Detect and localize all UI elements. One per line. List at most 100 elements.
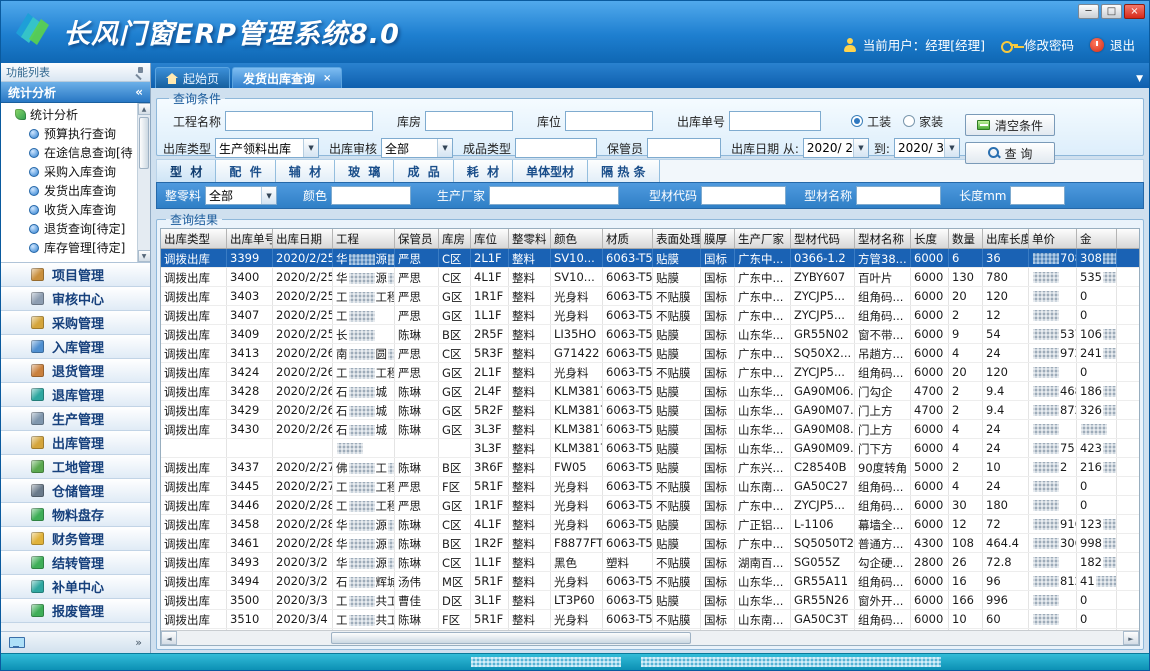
material-tab[interactable]: 辅 材 bbox=[276, 160, 335, 182]
tab-shipment-outbound-query[interactable]: 发货出库查询 × bbox=[232, 67, 342, 88]
sidebar-module[interactable]: 结转管理 bbox=[1, 551, 150, 575]
sidebar-group-header[interactable]: 统计分析 « bbox=[1, 82, 150, 103]
column-header[interactable]: 数量 bbox=[949, 229, 983, 248]
scroll-up-icon[interactable]: ▲ bbox=[138, 103, 151, 115]
material-tab[interactable]: 单体型材 bbox=[513, 160, 588, 182]
column-header[interactable]: 保管员 bbox=[395, 229, 439, 248]
column-header[interactable]: 颜色 bbox=[551, 229, 603, 248]
table-row[interactable]: 调拨出库35002020/3/3工共工程曹佳D区3L1F整料LT3P606063… bbox=[161, 591, 1139, 610]
table-row[interactable]: 调拨出库34282020/2/26石城陈琳G区2L4F整料KLM38176063… bbox=[161, 382, 1139, 401]
zhengling-select[interactable]: 全部 ▼ bbox=[205, 186, 277, 205]
project-name-input[interactable] bbox=[225, 111, 373, 131]
material-tab[interactable]: 型 材 bbox=[157, 160, 216, 182]
tree-item[interactable]: 预算执行查询 bbox=[7, 124, 136, 143]
column-header[interactable]: 库房 bbox=[439, 229, 471, 248]
material-tab[interactable]: 耗 材 bbox=[454, 160, 513, 182]
sidebar-module[interactable]: 财务管理 bbox=[1, 527, 150, 551]
monitor-icon[interactable] bbox=[9, 637, 23, 648]
material-tab[interactable]: 隔 热 条 bbox=[588, 160, 659, 182]
tree-item[interactable]: 退货查询[待定] bbox=[7, 219, 136, 238]
profile-name-input[interactable] bbox=[856, 186, 941, 205]
maximize-button[interactable]: □ bbox=[1101, 4, 1122, 19]
clear-conditions-button[interactable]: 清空条件 bbox=[965, 114, 1055, 136]
tree-item[interactable]: 库存管理[待定] bbox=[7, 238, 136, 257]
column-header[interactable]: 型材名称 bbox=[855, 229, 911, 248]
tree-scrollbar-thumb[interactable] bbox=[139, 117, 149, 169]
column-header[interactable]: 膜厚 bbox=[701, 229, 735, 248]
color-input[interactable] bbox=[331, 186, 411, 205]
column-header[interactable]: 出库长度 bbox=[983, 229, 1029, 248]
column-header[interactable]: 型材代码 bbox=[791, 229, 855, 248]
table-row[interactable]: 调拨出库34092020/2/25长陈琳B区2R5F整料LI35HO6063-T… bbox=[161, 325, 1139, 344]
audit-select[interactable]: 全部 ▼ bbox=[381, 138, 453, 158]
close-button[interactable]: × bbox=[1124, 4, 1145, 19]
pin-icon[interactable] bbox=[135, 67, 145, 78]
table-row[interactable]: 调拨出库34002020/2/25华源严思C区4L1F整料SV10...6063… bbox=[161, 268, 1139, 287]
tab-close-icon[interactable]: × bbox=[323, 73, 331, 84]
tree-item[interactable]: 在途信息查询[待 bbox=[7, 143, 136, 162]
table-row[interactable]: 调拨出库34242020/2/26工工程严思G区2L1F整料光身料6063-T5… bbox=[161, 363, 1139, 382]
column-header[interactable]: 出库日期 bbox=[273, 229, 333, 248]
sidebar-module[interactable]: 补单中心 bbox=[1, 575, 150, 599]
column-header[interactable]: 出库类型 bbox=[161, 229, 227, 248]
scroll-right-icon[interactable]: ► bbox=[1123, 631, 1139, 645]
table-row[interactable]: 调拨出库34932020/3/2华源陈琳C区1L1F整料黑色塑料不贴膜国标湖南百… bbox=[161, 553, 1139, 572]
scroll-left-icon[interactable]: ◄ bbox=[161, 631, 177, 645]
length-input[interactable] bbox=[1010, 186, 1065, 205]
column-header[interactable]: 长度 bbox=[911, 229, 949, 248]
collapse-icon[interactable]: « bbox=[135, 85, 143, 99]
change-password-link[interactable]: 修改密码 bbox=[1024, 35, 1074, 54]
more-chevrons-icon[interactable]: » bbox=[135, 636, 142, 649]
table-row[interactable]: 调拨出库34582020/2/28华源陈琳C区4L1F整料光身料6063-T5贴… bbox=[161, 515, 1139, 534]
column-header[interactable]: 单价 bbox=[1029, 229, 1077, 248]
keeper-input[interactable] bbox=[647, 138, 721, 158]
column-header[interactable]: 生产厂家 bbox=[735, 229, 791, 248]
tree-item[interactable]: 采购入库查询 bbox=[7, 162, 136, 181]
date-from-picker[interactable]: 2020/ 2/16 ▼ bbox=[803, 138, 869, 158]
column-header[interactable]: 出库单号 bbox=[227, 229, 273, 248]
column-header[interactable]: 工程 bbox=[333, 229, 395, 248]
table-row[interactable]: 调拨出库34452020/2/27工工程严思F区5R1F整料光身料6063-T5… bbox=[161, 477, 1139, 496]
sidebar-module[interactable]: 物料盘存 bbox=[1, 503, 150, 527]
tab-overflow-caret-icon[interactable]: ▼ bbox=[1136, 74, 1143, 84]
table-row[interactable]: 3L3F整料KLM38176063-T5贴膜国标山东华...GA90M09...… bbox=[161, 439, 1139, 458]
radio-gongzhuang[interactable]: 工装 bbox=[851, 113, 891, 130]
manufacturer-input[interactable] bbox=[489, 186, 619, 205]
sidebar-module[interactable]: 退货管理 bbox=[1, 359, 150, 383]
minimize-button[interactable]: ─ bbox=[1078, 4, 1099, 19]
sidebar-module[interactable]: 入库管理 bbox=[1, 335, 150, 359]
table-row[interactable]: 调拨出库34292020/2/26石城陈琳G区5R2F整料KLM38176063… bbox=[161, 401, 1139, 420]
sidebar-module[interactable]: 生产管理 bbox=[1, 407, 150, 431]
scroll-down-icon[interactable]: ▼ bbox=[138, 250, 151, 262]
date-to-picker[interactable]: 2020/ 3/16 ▼ bbox=[894, 138, 960, 158]
radio-jiazhuang[interactable]: 家装 bbox=[903, 113, 943, 130]
warehouse-input[interactable] bbox=[425, 111, 513, 131]
sidebar-module[interactable]: 出库管理 bbox=[1, 431, 150, 455]
sidebar-module[interactable]: 仓储管理 bbox=[1, 479, 150, 503]
sidebar-module[interactable]: 工地管理 bbox=[1, 455, 150, 479]
sidebar-module[interactable]: 项目管理 bbox=[1, 263, 150, 287]
out-type-select[interactable]: 生产领料出库 ▼ bbox=[215, 138, 319, 158]
profile-code-input[interactable] bbox=[701, 186, 786, 205]
table-row[interactable]: 调拨出库34942020/3/2石辉城汤伟M区5R1F整料光身料6063-T5不… bbox=[161, 572, 1139, 591]
horizontal-scrollbar[interactable]: ◄ ► bbox=[161, 630, 1139, 645]
tab-home[interactable]: 起始页 bbox=[155, 67, 230, 88]
table-row[interactable]: 调拨出库35102020/3/4工共工程陈琳F区5R1F整料光身料6063-T5… bbox=[161, 610, 1139, 629]
sidebar-module[interactable]: 审核中心 bbox=[1, 287, 150, 311]
sidebar-module[interactable]: 退库管理 bbox=[1, 383, 150, 407]
tree-scrollbar[interactable]: ▲ ▼ bbox=[137, 103, 150, 262]
material-tab[interactable]: 配 件 bbox=[216, 160, 275, 182]
sidebar-module[interactable]: 采购管理 bbox=[1, 311, 150, 335]
table-row[interactable]: 调拨出库34032020/2/25工工程严思G区1R1F整料光身料6063-T5… bbox=[161, 287, 1139, 306]
table-row[interactable]: 调拨出库34462020/2/28工工程严思G区1R1F整料光身料6063-T5… bbox=[161, 496, 1139, 515]
material-tab[interactable]: 玻 璃 bbox=[335, 160, 394, 182]
table-row[interactable]: 调拨出库34302020/2/26石城陈琳G区3L3F整料KLM38176063… bbox=[161, 420, 1139, 439]
column-header[interactable]: 金 bbox=[1077, 229, 1117, 248]
product-type-input[interactable] bbox=[515, 138, 597, 158]
tree-item[interactable]: 收货入库查询 bbox=[7, 200, 136, 219]
location-input[interactable] bbox=[565, 111, 653, 131]
tree-item[interactable]: 发货出库查询 bbox=[7, 181, 136, 200]
column-header[interactable]: 材质 bbox=[603, 229, 653, 248]
table-row[interactable]: 调拨出库34072020/2/25工严思G区1L1F整料光身料6063-T5不贴… bbox=[161, 306, 1139, 325]
logout-link[interactable]: 退出 bbox=[1110, 35, 1135, 54]
